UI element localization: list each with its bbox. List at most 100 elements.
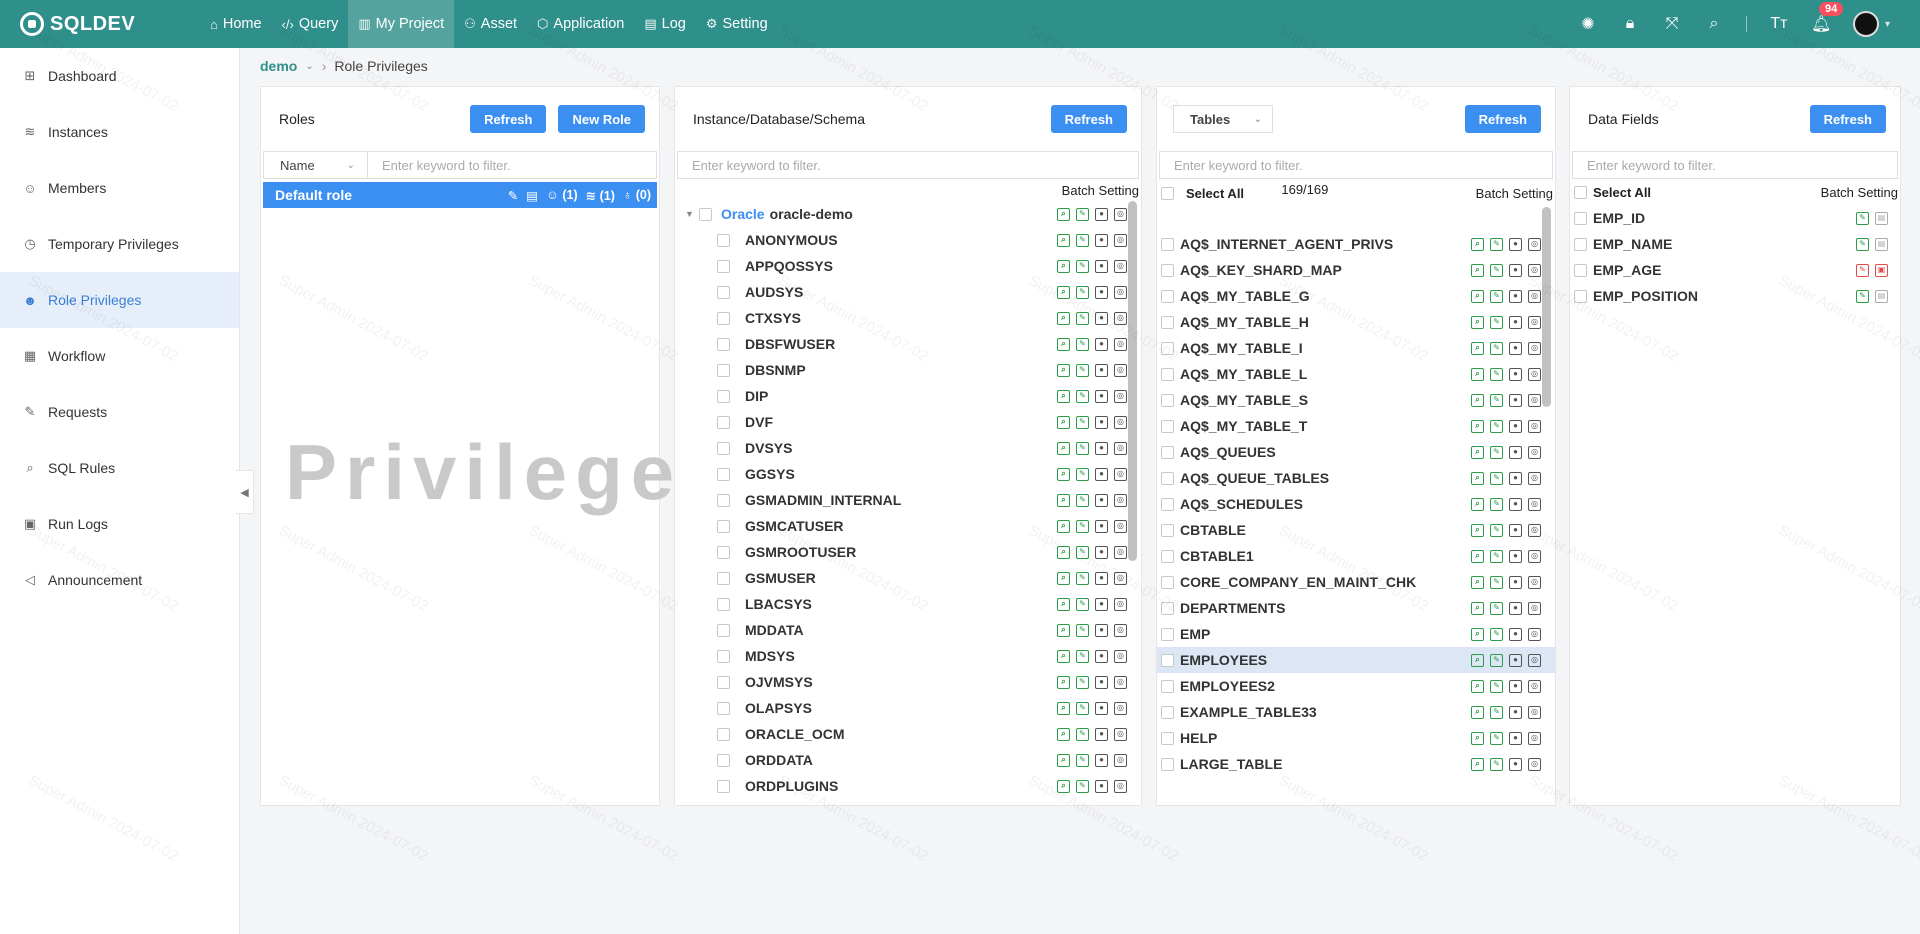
nav-setting[interactable]: ⚙ Setting	[696, 0, 778, 48]
schema-checkbox[interactable]	[717, 259, 730, 273]
query-privilege-icon[interactable]: ⌕	[1471, 627, 1484, 641]
table-row[interactable]: AQ$_MY_TABLE_G ⌕ ✎ ● ◎	[1157, 283, 1555, 309]
fullscreen-icon[interactable]: ⤧	[1662, 15, 1682, 33]
edit-privilege-icon[interactable]: ✎	[1490, 471, 1503, 485]
table-checkbox[interactable]	[1161, 289, 1174, 303]
query-privilege-icon[interactable]: ⌕	[1057, 597, 1070, 611]
query-privilege-icon[interactable]: ⌕	[1471, 523, 1484, 537]
edit-privilege-icon[interactable]: ✎	[1076, 545, 1089, 559]
query-privilege-icon[interactable]: ⌕	[1471, 497, 1484, 511]
edit-privilege-icon[interactable]: ✎	[1076, 597, 1089, 611]
caret-down-icon[interactable]: ▼	[685, 209, 699, 219]
table-checkbox[interactable]	[1161, 549, 1174, 563]
schema-row[interactable]: GSMADMIN_INTERNAL ⌕ ✎ ● ◎	[675, 487, 1141, 513]
fields-select-all-checkbox[interactable]	[1574, 185, 1587, 199]
schema-scrollbar[interactable]	[1128, 201, 1137, 561]
exec-privilege-icon[interactable]: ●	[1509, 341, 1522, 355]
exec-privilege-icon[interactable]: ●	[1509, 679, 1522, 693]
sidebar-item-announcement[interactable]: ◁ Announcement	[0, 552, 239, 608]
edit-privilege-icon[interactable]: ✎	[1076, 311, 1089, 325]
font-size-icon[interactable]: Tт	[1769, 15, 1789, 33]
edit-privilege-icon[interactable]: ✎	[1076, 701, 1089, 715]
query-privilege-icon[interactable]: ⌕	[1471, 653, 1484, 667]
object-type-select[interactable]: Tables ⌄	[1173, 105, 1273, 133]
tables-batch-setting[interactable]: Batch Setting	[1476, 186, 1553, 201]
table-checkbox[interactable]	[1161, 653, 1174, 667]
edit-privilege-icon[interactable]: ✎	[1076, 441, 1089, 455]
admin-privilege-icon[interactable]: ◎	[1114, 259, 1127, 273]
admin-privilege-icon[interactable]: ◎	[1528, 341, 1541, 355]
edit-privilege-icon[interactable]: ✎	[1856, 289, 1869, 303]
admin-privilege-icon[interactable]: ◎	[1528, 445, 1541, 459]
nav-home[interactable]: ⌂ Home	[200, 0, 272, 48]
chevron-down-icon[interactable]: ▾	[1885, 19, 1890, 30]
edit-privilege-icon[interactable]: ✎	[1490, 627, 1503, 641]
schema-checkbox[interactable]	[717, 519, 730, 533]
exec-privilege-icon[interactable]: ●	[1095, 311, 1108, 325]
edit-privilege-icon[interactable]: ✎	[1076, 233, 1089, 247]
admin-privilege-icon[interactable]: ◎	[1528, 367, 1541, 381]
table-row[interactable]: CBTABLE1 ⌕ ✎ ● ◎	[1157, 543, 1555, 569]
admin-privilege-icon[interactable]: ◎	[1114, 233, 1127, 247]
exec-privilege-icon[interactable]: ●	[1509, 471, 1522, 485]
schema-row[interactable]: OJVMSYS ⌕ ✎ ● ◎	[675, 669, 1141, 695]
schema-row[interactable]: GSMCATUSER ⌕ ✎ ● ◎	[675, 513, 1141, 539]
exec-privilege-icon[interactable]: ●	[1509, 263, 1522, 277]
fields-filter-input[interactable]: Enter keyword to filter.	[1572, 151, 1898, 179]
admin-privilege-icon[interactable]: ◎	[1114, 363, 1127, 377]
query-privilege-icon[interactable]: ⌕	[1471, 315, 1484, 329]
mask-privilege-icon[interactable]: ▤	[1875, 237, 1888, 251]
schema-checkbox[interactable]	[717, 727, 730, 741]
query-privilege-icon[interactable]: ⌕	[1057, 337, 1070, 351]
exec-privilege-icon[interactable]: ●	[1509, 653, 1522, 667]
exec-privilege-icon[interactable]: ●	[1509, 575, 1522, 589]
query-privilege-icon[interactable]: ⌕	[1471, 601, 1484, 615]
edit-privilege-icon[interactable]: ✎	[1076, 259, 1089, 273]
admin-privilege-icon[interactable]: ◎	[1528, 731, 1541, 745]
schema-checkbox[interactable]	[717, 701, 730, 715]
field-row[interactable]: EMP_ID ✎ ▤	[1570, 205, 1900, 231]
admin-privilege-icon[interactable]: ◎	[1528, 523, 1541, 537]
edit-icon[interactable]: ✎	[508, 188, 518, 203]
table-row[interactable]: EMPLOYEES2 ⌕ ✎ ● ◎	[1157, 673, 1555, 699]
admin-privilege-icon[interactable]: ◎	[1528, 393, 1541, 407]
query-privilege-icon[interactable]: ⌕	[1057, 493, 1070, 507]
table-row[interactable]: AQ$_MY_TABLE_I ⌕ ✎ ● ◎	[1157, 335, 1555, 361]
exec-privilege-icon[interactable]: ●	[1095, 441, 1108, 455]
admin-privilege-icon[interactable]: ◎	[1528, 601, 1541, 615]
admin-privilege-icon[interactable]: ◎	[1114, 727, 1127, 741]
schema-row[interactable]: ORACLE_OCM ⌕ ✎ ● ◎	[675, 721, 1141, 747]
query-privilege-icon[interactable]: ⌕	[1057, 779, 1070, 793]
table-checkbox[interactable]	[1161, 445, 1174, 459]
query-privilege-icon[interactable]: ⌕	[1471, 757, 1484, 771]
schema-checkbox[interactable]	[717, 779, 730, 793]
exec-privilege-icon[interactable]: ●	[1095, 467, 1108, 481]
table-row[interactable]: AQ$_QUEUES ⌕ ✎ ● ◎	[1157, 439, 1555, 465]
exec-privilege-icon[interactable]: ●	[1095, 727, 1108, 741]
table-checkbox[interactable]	[1161, 601, 1174, 615]
table-checkbox[interactable]	[1161, 679, 1174, 693]
query-privilege-icon[interactable]: ⌕	[1471, 679, 1484, 693]
admin-privilege-icon[interactable]: ◎	[1528, 471, 1541, 485]
edit-privilege-icon[interactable]: ✎	[1490, 757, 1503, 771]
bell-icon[interactable]: 🔔︎ 94	[1811, 2, 1844, 34]
schema-row[interactable]: DVSYS ⌕ ✎ ● ◎	[675, 435, 1141, 461]
sidebar-item-sql-rules[interactable]: ⌕ SQL Rules	[0, 440, 239, 496]
schema-row[interactable]: DBSNMP ⌕ ✎ ● ◎	[675, 357, 1141, 383]
query-privilege-icon[interactable]: ⌕	[1057, 467, 1070, 481]
edit-privilege-icon[interactable]: ✎	[1490, 393, 1503, 407]
schema-checkbox[interactable]	[717, 675, 730, 689]
sidebar-item-workflow[interactable]: ▦ Workflow	[0, 328, 239, 384]
schema-refresh-button[interactable]: Refresh	[1050, 105, 1127, 133]
edit-privilege-icon[interactable]: ✎	[1490, 367, 1503, 381]
role-item-default[interactable]: Default role ✎ ▤ ☺ (1) ≋ (1) ♁ (0)	[263, 182, 657, 208]
exec-privilege-icon[interactable]: ●	[1095, 233, 1108, 247]
edit-privilege-icon[interactable]: ✎	[1076, 337, 1089, 351]
admin-privilege-icon[interactable]: ◎	[1528, 289, 1541, 303]
admin-privilege-icon[interactable]: ◎	[1528, 757, 1541, 771]
exec-privilege-icon[interactable]: ●	[1509, 393, 1522, 407]
table-checkbox[interactable]	[1161, 523, 1174, 537]
query-privilege-icon[interactable]: ⌕	[1471, 445, 1484, 459]
mask-privilege-icon[interactable]: ▤	[1875, 211, 1888, 225]
ai-icon[interactable]: ✺	[1578, 14, 1598, 34]
